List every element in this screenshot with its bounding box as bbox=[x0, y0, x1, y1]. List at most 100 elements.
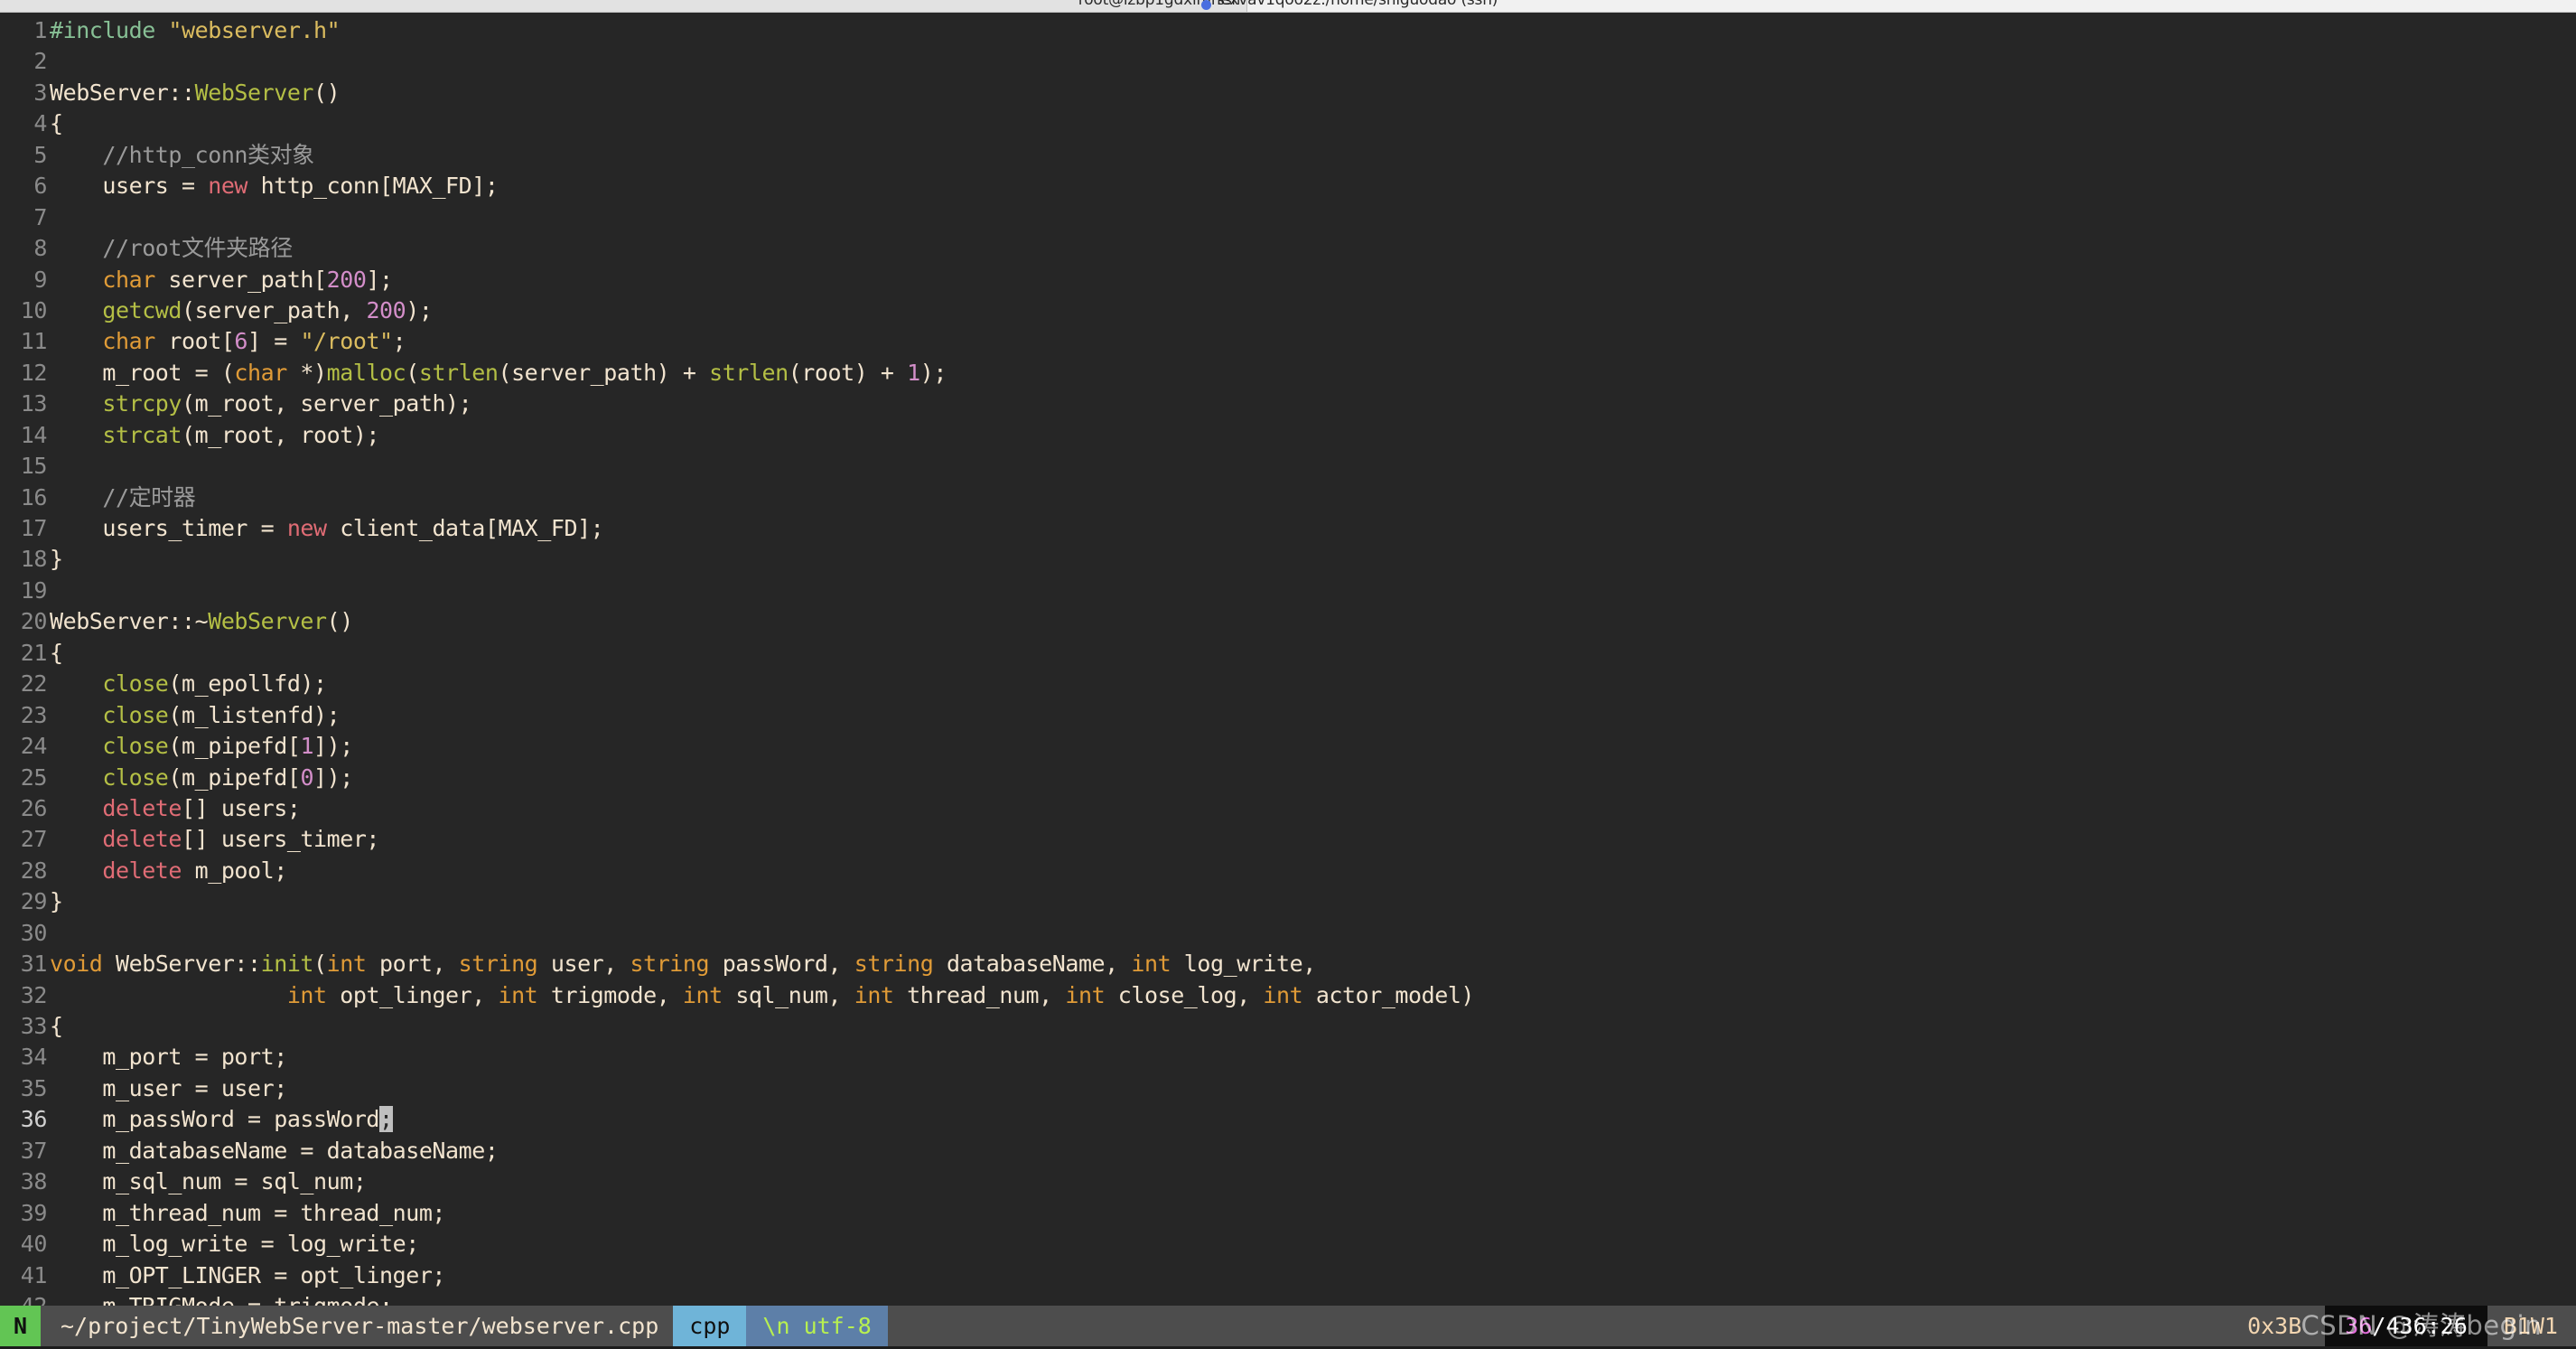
terminal-tab-badge-label: ssh bbox=[1218, 0, 1241, 8]
code-line[interactable]: 1 #include "webserver.h" bbox=[0, 15, 2576, 46]
code-line[interactable]: 21{ bbox=[0, 638, 2576, 669]
code-line[interactable]: 36 m_passWord = passWord; bbox=[0, 1104, 2576, 1135]
code-line[interactable]: 5 //http_conn类对象 bbox=[0, 140, 2576, 171]
code-line[interactable]: 24 close(m_pipefd[1]); bbox=[0, 731, 2576, 762]
status-hex-value: 0x3B bbox=[2224, 1306, 2326, 1346]
code-line[interactable]: 20 WebServer::~WebServer() bbox=[0, 606, 2576, 637]
code-line[interactable]: 22 close(m_epollfd); bbox=[0, 669, 2576, 699]
code-line[interactable]: 34 m_port = port; bbox=[0, 1042, 2576, 1073]
code-line[interactable]: 13 strcpy(m_root, server_path); bbox=[0, 389, 2576, 419]
code-token: ] = bbox=[247, 328, 301, 355]
code-token: strcpy bbox=[102, 390, 182, 417]
code-token: int bbox=[498, 981, 538, 1008]
blue-circle-icon bbox=[1201, 0, 1211, 10]
code-line[interactable]: 19 bbox=[0, 576, 2576, 606]
code-line[interactable]: 18} bbox=[0, 544, 2576, 575]
code-line[interactable]: 6 users = new http_conn[MAX_FD]; bbox=[0, 171, 2576, 201]
line-number: 33 bbox=[20, 1013, 48, 1039]
code-line[interactable]: 23 close(m_listenfd); bbox=[0, 700, 2576, 731]
vim-status-line: N ~/project/TinyWebServer-master/webserv… bbox=[0, 1306, 2576, 1346]
line-number: 29 bbox=[20, 888, 48, 915]
code-token: WebServer bbox=[194, 79, 314, 106]
code-line[interactable]: 17 users_timer = new client_data[MAX_FD]… bbox=[0, 513, 2576, 544]
code-editor-buffer[interactable]: 1 #include "webserver.h" 2 3 WebServer::WebS… bbox=[0, 13, 2576, 1319]
status-mode-indicator: N bbox=[0, 1306, 41, 1346]
code-line[interactable]: 9 char server_path[200]; bbox=[0, 265, 2576, 295]
code-line[interactable]: 14 strcat(m_root, root); bbox=[0, 420, 2576, 451]
code-token: 1 bbox=[907, 359, 920, 386]
code-line[interactable]: 28 delete m_pool; bbox=[0, 856, 2576, 886]
code-token: malloc bbox=[326, 359, 406, 386]
line-number: 38 bbox=[20, 1168, 48, 1195]
code-token: (m_pipefd[ bbox=[168, 733, 301, 760]
code-token: //root文件夹路径 bbox=[50, 235, 293, 262]
code-line[interactable]: 41 m_OPT_LINGER = opt_linger; bbox=[0, 1260, 2576, 1291]
code-token: ; bbox=[392, 328, 406, 355]
code-token: //定时器 bbox=[50, 483, 196, 511]
code-token: int bbox=[1065, 981, 1106, 1008]
code-token: m_databaseName = databaseName; bbox=[50, 1137, 499, 1164]
line-number: 23 bbox=[20, 701, 48, 728]
code-token: "webserver.h" bbox=[168, 17, 341, 43]
code-line[interactable]: 12 m_root = (char *)malloc(strlen(server… bbox=[0, 358, 2576, 389]
code-token: thread_num, bbox=[893, 981, 1066, 1008]
line-number: 39 bbox=[20, 1199, 48, 1226]
code-token: (m_epollfd); bbox=[168, 670, 327, 698]
line-number: 32 bbox=[20, 981, 48, 1008]
code-token: (m_root, server_path); bbox=[182, 390, 472, 417]
code-line[interactable]: 11 char root[6] = "/root"; bbox=[0, 326, 2576, 357]
code-token: close bbox=[102, 701, 169, 728]
code-line[interactable]: 8 //root文件夹路径 bbox=[0, 233, 2576, 264]
code-line[interactable]: 40 m_log_write = log_write; bbox=[0, 1229, 2576, 1260]
code-token: void bbox=[50, 951, 103, 978]
code-line[interactable]: 25 close(m_pipefd[0]); bbox=[0, 763, 2576, 793]
code-line[interactable]: 37 m_databaseName = databaseName; bbox=[0, 1136, 2576, 1166]
code-token: WebServer:: bbox=[102, 951, 261, 978]
code-line[interactable]: 33{ bbox=[0, 1011, 2576, 1042]
code-token: strlen bbox=[418, 359, 499, 386]
line-number: 37 bbox=[20, 1137, 48, 1164]
code-line[interactable]: 32 int opt_linger, int trigmode, int sql… bbox=[0, 980, 2576, 1011]
code-line[interactable]: 3 WebServer::WebServer() bbox=[0, 78, 2576, 108]
line-number: 12 bbox=[20, 359, 48, 386]
code-token: () bbox=[326, 608, 354, 635]
code-token: m_thread_num = thread_num; bbox=[50, 1199, 446, 1226]
code-token: int bbox=[682, 981, 723, 1008]
code-line[interactable]: 10 getcwd(server_path, 200); bbox=[0, 295, 2576, 326]
code-token: 0 bbox=[300, 763, 314, 791]
code-line[interactable]: 4{ bbox=[0, 108, 2576, 139]
code-line[interactable]: 27 delete[] users_timer; bbox=[0, 824, 2576, 855]
code-token: WebServer bbox=[208, 608, 327, 635]
status-position-separator: / bbox=[2372, 1313, 2386, 1339]
code-token: (server_path, bbox=[182, 296, 367, 323]
code-token: //http_conn类对象 bbox=[50, 141, 314, 168]
code-line[interactable]: 26 delete[] users; bbox=[0, 793, 2576, 824]
code-line[interactable]: 39 m_thread_num = thread_num; bbox=[0, 1198, 2576, 1229]
code-line[interactable]: 16 //定时器 bbox=[0, 482, 2576, 513]
code-line[interactable]: 38 m_sql_num = sql_num; bbox=[0, 1166, 2576, 1197]
code-line[interactable]: 29} bbox=[0, 886, 2576, 917]
status-file-path: ~/project/TinyWebServer-master/webserver… bbox=[41, 1306, 674, 1346]
line-number: 15 bbox=[20, 453, 48, 480]
code-token: ( bbox=[313, 951, 327, 978]
code-line[interactable]: 35 m_user = user; bbox=[0, 1073, 2576, 1104]
code-token: close bbox=[102, 733, 169, 760]
code-token: m_sql_num = sql_num; bbox=[50, 1168, 367, 1195]
code-line[interactable]: 30 bbox=[0, 918, 2576, 949]
code-line[interactable]: 15 bbox=[0, 451, 2576, 482]
code-line[interactable]: 7 bbox=[0, 202, 2576, 233]
line-number: 40 bbox=[20, 1231, 48, 1258]
code-token: actor_model) bbox=[1302, 981, 1475, 1008]
code-line[interactable]: 31 void WebServer::init(int port, string … bbox=[0, 949, 2576, 979]
code-line[interactable]: 2 bbox=[0, 46, 2576, 77]
